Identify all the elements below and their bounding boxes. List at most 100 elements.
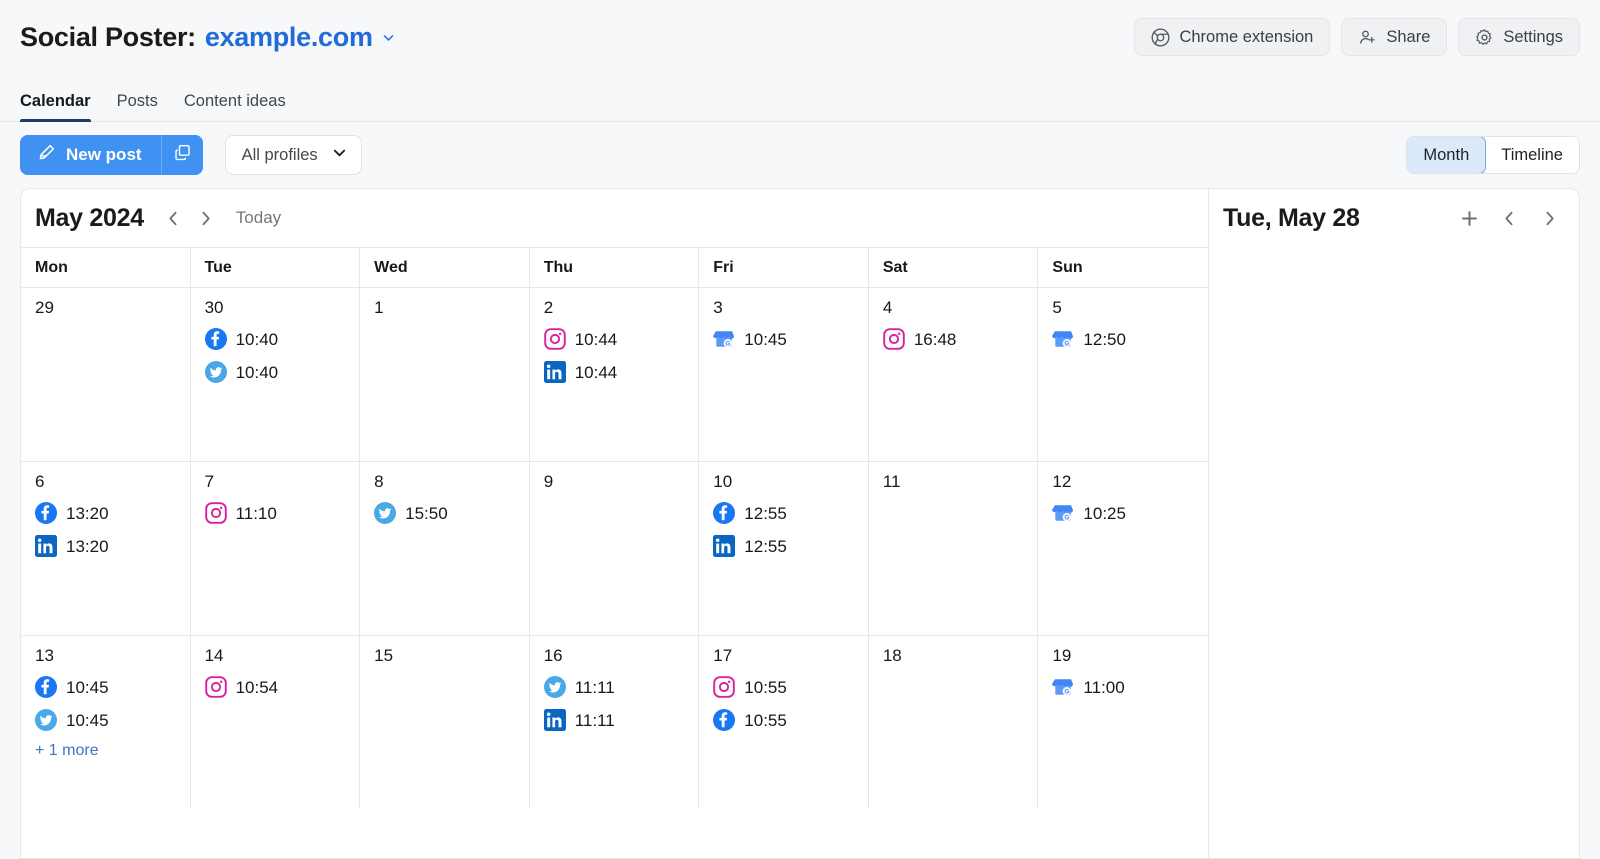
calendar-day-cell[interactable]: 711:10 <box>191 462 361 635</box>
google-business-icon: G <box>1052 328 1074 350</box>
calendar-day-cell[interactable]: 815:50 <box>360 462 530 635</box>
scheduled-post[interactable]: 16:48 <box>883 328 1038 350</box>
settings-button[interactable]: Settings <box>1458 18 1580 56</box>
copy-icon <box>173 143 192 167</box>
view-mode-month[interactable]: Month <box>1406 136 1486 174</box>
calendar-day-cell[interactable]: 5G12:50 <box>1038 288 1208 461</box>
day-detail-header: Tue, May 28 <box>1209 189 1579 247</box>
calendar-day-cell[interactable]: 29 <box>21 288 191 461</box>
scheduled-post[interactable]: 13:20 <box>35 502 190 524</box>
calendar-day-cell[interactable]: 13 10:45 10:45 + 1 more <box>21 636 191 809</box>
gear-icon <box>1475 28 1494 47</box>
profiles-filter-value: All profiles <box>242 146 318 165</box>
calendar-day-cell[interactable]: 1 <box>360 288 530 461</box>
day-number: 15 <box>374 646 529 666</box>
new-post-group: New post <box>20 135 203 175</box>
calendar-day-cell[interactable]: 210:4410:44 <box>530 288 700 461</box>
duplicate-post-button[interactable] <box>161 135 203 175</box>
scheduled-post-time: 13:20 <box>66 538 109 555</box>
scheduled-post[interactable]: G12:50 <box>1052 328 1208 350</box>
scheduled-post[interactable]: 12:55 <box>713 502 868 524</box>
chevron-left-icon <box>165 210 182 227</box>
scheduled-post[interactable]: G11:00 <box>1052 676 1208 698</box>
view-mode-timeline[interactable]: Timeline <box>1485 137 1579 173</box>
project-selector[interactable]: example.com <box>205 22 395 53</box>
day-number: 4 <box>883 298 1038 318</box>
day-next-button[interactable] <box>1533 202 1565 234</box>
scheduled-post-time: 15:50 <box>405 505 448 522</box>
calendar-week-row: 13 10:45 10:45 + 1 more 14 10:54 15 16 11:11 11:1… <box>21 635 1208 809</box>
calendar-day-cell[interactable]: 613:2013:20 <box>21 462 191 635</box>
calendar-week-row: 613:2013:20711:10815:5091012:5512:551112… <box>21 461 1208 635</box>
day-number: 13 <box>35 646 190 666</box>
page-title-prefix: Social Poster: <box>20 22 196 53</box>
scheduled-post-time: 10:54 <box>236 679 279 696</box>
day-prev-button[interactable] <box>1493 202 1525 234</box>
scheduled-post-time: 10:44 <box>575 331 618 348</box>
chevron-right-icon <box>1541 210 1558 227</box>
calendar-day-cell[interactable]: 14 10:54 <box>191 636 361 809</box>
tab-posts-label: Posts <box>117 92 158 110</box>
day-add-post-button[interactable] <box>1453 202 1485 234</box>
scheduled-post[interactable]: 11:11 <box>544 676 699 698</box>
calendar-day-cell[interactable]: 9 <box>530 462 700 635</box>
share-button[interactable]: Share <box>1341 18 1447 56</box>
calendar-day-cell[interactable]: 11 <box>869 462 1039 635</box>
scheduled-post[interactable]: 10:40 <box>205 361 360 383</box>
scheduled-post-time: 11:11 <box>575 679 615 696</box>
scheduled-post[interactable]: 10:40 <box>205 328 360 350</box>
scheduled-post[interactable]: 10:44 <box>544 361 699 383</box>
scheduled-post[interactable]: 10:55 <box>713 709 868 731</box>
day-number: 14 <box>205 646 360 666</box>
new-post-label: New post <box>66 145 142 165</box>
facebook-icon <box>35 676 57 698</box>
calendar-day-cell[interactable]: 1710:5510:55 <box>699 636 869 809</box>
scheduled-post[interactable]: 15:50 <box>374 502 529 524</box>
chevron-right-icon <box>197 210 214 227</box>
calendar-weekday-header: Mon Tue Wed Thu Fri Sat Sun <box>21 247 1208 287</box>
new-post-button[interactable]: New post <box>20 135 161 175</box>
tab-calendar[interactable]: Calendar <box>20 92 91 121</box>
calendar-day-cell[interactable]: 4 16:48 <box>869 288 1039 461</box>
scheduled-post[interactable]: 11:11 <box>544 709 699 731</box>
calendar-day-cell[interactable]: 3G10:45 <box>699 288 869 461</box>
profiles-filter-select[interactable]: All profiles <box>225 135 362 175</box>
calendar-day-cell[interactable]: 18 <box>869 636 1039 809</box>
tab-posts[interactable]: Posts <box>117 92 158 121</box>
scheduled-post[interactable]: 10:45 <box>35 709 190 731</box>
scheduled-post-time: 10:40 <box>236 364 279 381</box>
scheduled-post-time: 10:40 <box>236 331 279 348</box>
calendar-day-cell[interactable]: 19G11:00 <box>1038 636 1208 809</box>
calendar-day-cell[interactable]: 1012:5512:55 <box>699 462 869 635</box>
calendar-today-button[interactable]: Today <box>236 208 281 228</box>
chevron-down-icon <box>332 145 347 165</box>
calendar-prev-month-button[interactable] <box>158 202 190 234</box>
scheduled-post[interactable]: 10:54 <box>205 676 360 698</box>
svg-text:G: G <box>1065 690 1070 696</box>
calendar-next-month-button[interactable] <box>190 202 222 234</box>
calendar-day-cell[interactable]: 3010:4010:40 <box>191 288 361 461</box>
scheduled-post[interactable]: 13:20 <box>35 535 190 557</box>
day-number: 11 <box>883 472 1038 492</box>
app-header: Social Poster: example.com Chrome extens… <box>0 0 1600 74</box>
scheduled-post-time: 10:55 <box>744 712 787 729</box>
scheduled-post[interactable]: 10:44 <box>544 328 699 350</box>
day-detail-actions <box>1453 202 1565 234</box>
scheduled-post[interactable]: 12:55 <box>713 535 868 557</box>
instagram-icon <box>883 328 905 350</box>
scheduled-post[interactable]: 11:10 <box>205 502 360 524</box>
facebook-icon <box>35 502 57 524</box>
show-more-posts-link[interactable]: + 1 more <box>35 742 190 760</box>
scheduled-post[interactable]: 10:55 <box>713 676 868 698</box>
calendar-day-cell[interactable]: 12G10:25 <box>1038 462 1208 635</box>
calendar-day-cell[interactable]: 16 11:11 11:11 <box>530 636 700 809</box>
scheduled-post[interactable]: G10:45 <box>713 328 868 350</box>
calendar-header: May 2024 Today <box>21 189 1208 247</box>
calendar-day-cell[interactable]: 15 <box>360 636 530 809</box>
tab-content-ideas[interactable]: Content ideas <box>184 92 286 121</box>
day-number: 16 <box>544 646 699 666</box>
scheduled-post[interactable]: G10:25 <box>1052 502 1208 524</box>
scheduled-post[interactable]: 10:45 <box>35 676 190 698</box>
scheduled-post-time: 10:44 <box>575 364 618 381</box>
chrome-extension-button[interactable]: Chrome extension <box>1134 18 1330 56</box>
